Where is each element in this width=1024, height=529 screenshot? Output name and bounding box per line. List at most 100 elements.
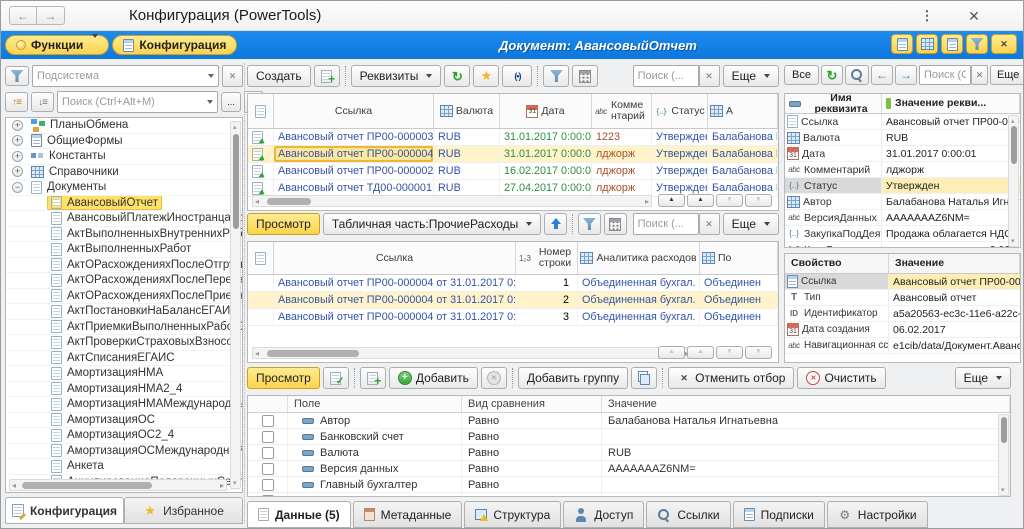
go-first-button[interactable]: ▲ [658,346,685,359]
add-condition-button[interactable]: Добавить [389,367,478,389]
attr-zoom-button[interactable] [845,65,869,85]
tree-item[interactable]: − Документы [6,180,242,196]
add-group-button[interactable]: Добавить группу [518,367,628,389]
filter-row[interactable]: Банковский счет Равно [248,429,1010,445]
tree-item[interactable]: + ОбщиеФормы [6,134,242,150]
comment-cell[interactable]: лджорж [592,163,652,179]
column-link[interactable]: Ссылка [274,242,516,274]
column-currency[interactable]: Валюта [434,94,500,128]
compare-cell[interactable]: Равно [462,461,602,476]
tree-item[interactable]: Анкета [6,459,242,475]
delete-condition-button[interactable] [481,367,507,389]
attribute-row[interactable]: ЗакупкаПодДеятельность Продажа облагаетс… [785,226,1020,242]
currency-cell[interactable]: RUB [434,129,500,145]
chevron-down-icon[interactable] [208,74,214,78]
sort-asc-button[interactable] [5,92,28,112]
column-comment[interactable]: Комментарий [592,94,652,128]
date-cell[interactable]: 16.02.2017 0:00:01 [500,163,592,179]
create-copy-button[interactable] [314,65,340,87]
tree-item[interactable]: АктВыполненныхВнутреннихРабот [6,227,242,243]
status-cell[interactable]: Утвержден [652,129,708,145]
list-more-button[interactable]: Еще [723,65,779,87]
property-value-cell[interactable]: e1cib/data/Документ.Аванс [889,338,1020,353]
tree-item[interactable]: АктОРасхожденияхПослеПриемки [6,289,242,305]
show-all-button[interactable]: Все [784,65,819,85]
close-object-button[interactable] [991,34,1017,54]
chevron-down-icon[interactable] [207,100,213,104]
filter-button[interactable] [543,65,569,87]
expand-icon[interactable]: + [12,166,23,177]
column-icon-header[interactable] [248,94,274,128]
analytics-cell[interactable]: Объединенная бухгал. [578,275,700,291]
go-first-button[interactable]: ▲ [658,194,685,207]
refresh-button[interactable] [444,65,470,87]
tree-item[interactable]: АвансовыйПлатежИностранцаПоН [6,211,242,227]
checkbox[interactable] [262,447,274,459]
last-cell[interactable]: Объединен [700,309,778,325]
field-cell[interactable]: Главный бухгалтер [288,477,462,492]
filter-row[interactable]: Главный бухгалтер Равно [248,477,1010,493]
bottom-tab[interactable]: Метаданные [353,501,463,528]
forward-button[interactable] [37,6,65,25]
tree-vertical-scrollbar[interactable] [230,121,241,489]
list-search-input[interactable] [638,70,694,82]
part-totals-button[interactable] [604,213,627,235]
comment-cell[interactable]: 1223 [592,129,652,145]
attribute-value-cell[interactable]: AAAAAAAZ6NM= [882,210,1020,225]
tree-item[interactable]: + Константы [6,149,242,165]
cancel-filter-button[interactable]: Отменить отбор [668,367,794,389]
go-up-button[interactable] [544,213,567,235]
go-last-button[interactable]: ▼ [745,346,772,359]
field-cell[interactable]: Банковский счет [288,429,462,444]
attribute-name-cell[interactable]: Комментарий [785,162,882,177]
tree-item[interactable]: АктПроверкиСтраховыхВзносов [6,335,242,351]
sort-hierarchy-button[interactable] [31,92,54,112]
field-cell[interactable]: Автор [288,413,462,428]
add-condition-copy-button[interactable] [360,367,386,389]
go-next-button[interactable]: ▼ [716,346,743,359]
tree-item[interactable]: + ПланыОбмена [6,118,242,134]
bottom-tab[interactable]: Доступ [563,501,644,528]
document-row[interactable]: Авансовый отчет ПР00-000002 от 16.02.201… [248,163,778,180]
compare-cell[interactable]: Равно [462,413,602,428]
link-cell[interactable]: Авансовый отчет ПР00-000004 от 31.01.201… [274,309,516,325]
tabular-part-hscrollbar[interactable] [252,347,692,359]
attr-value-column[interactable]: Значение рекви... [882,94,1020,113]
tree-item[interactable]: АмортизацияОС [6,413,242,429]
line-number-cell[interactable]: 3 [516,309,578,325]
analytics-cell[interactable]: Объединенная бухгал. [578,309,700,325]
attribute-row[interactable]: Валюта RUB [785,130,1020,146]
bottom-tab[interactable]: Ссылки [646,501,730,528]
attribute-row[interactable]: Дата 31.01.2017 0:00:01 [785,146,1020,162]
apply-filter-button[interactable] [323,367,349,389]
property-value-cell[interactable]: Авансовый отчет [889,290,1020,305]
configuration-menu-button[interactable]: Конфигурация [112,35,237,55]
tree-horizontal-scrollbar[interactable] [9,479,227,491]
property-column[interactable]: Свойство [785,254,889,273]
attributes-vscrollbar[interactable] [1008,115,1019,247]
attribute-value-cell[interactable]: Утвержден [882,178,1020,193]
tabular-part-selector[interactable]: Табличная часть:ПрочиеРасходы [323,213,541,235]
kebab-menu-icon[interactable] [917,6,937,26]
attr-name-column[interactable]: Имя реквизита [785,94,882,113]
sidebar-tab[interactable]: Избранное [124,497,243,524]
attribute-row[interactable]: Комментарий лджорж [785,162,1020,178]
attribute-name-cell[interactable]: Дата [785,146,882,161]
link-cell[interactable]: Авансовый отчет ПР00-000004 от 31.01.201… [274,275,516,291]
attribute-name-cell[interactable]: Автор [785,194,882,209]
property-name-cell[interactable]: Идентификатор [785,306,889,321]
part-filter-button[interactable] [578,213,601,235]
field-cell[interactable]: Версия данных [288,461,462,476]
go-prev-button[interactable]: ▲ [687,194,714,207]
list-search-clear-button[interactable] [699,65,720,87]
attribute-name-cell[interactable]: ЗакупкаПодДеятельность [785,226,882,241]
status-cell[interactable]: Утвержден [652,163,708,179]
checkbox[interactable] [262,479,274,491]
comment-cell[interactable]: лджорж [592,146,652,162]
value-cell[interactable]: RUB [602,445,1010,460]
property-value-cell[interactable]: a5a20563-ec3c-11e6-a22c-b [889,306,1020,321]
value-cell[interactable]: AAAAAAAZ6NM= [602,461,1010,476]
column-line-number[interactable]: Номер строки [516,242,578,274]
bottom-tab[interactable]: Настройки [827,501,928,528]
tabular-part-row[interactable]: Авансовый отчет ПР00-000004 от 31.01.201… [248,292,778,309]
